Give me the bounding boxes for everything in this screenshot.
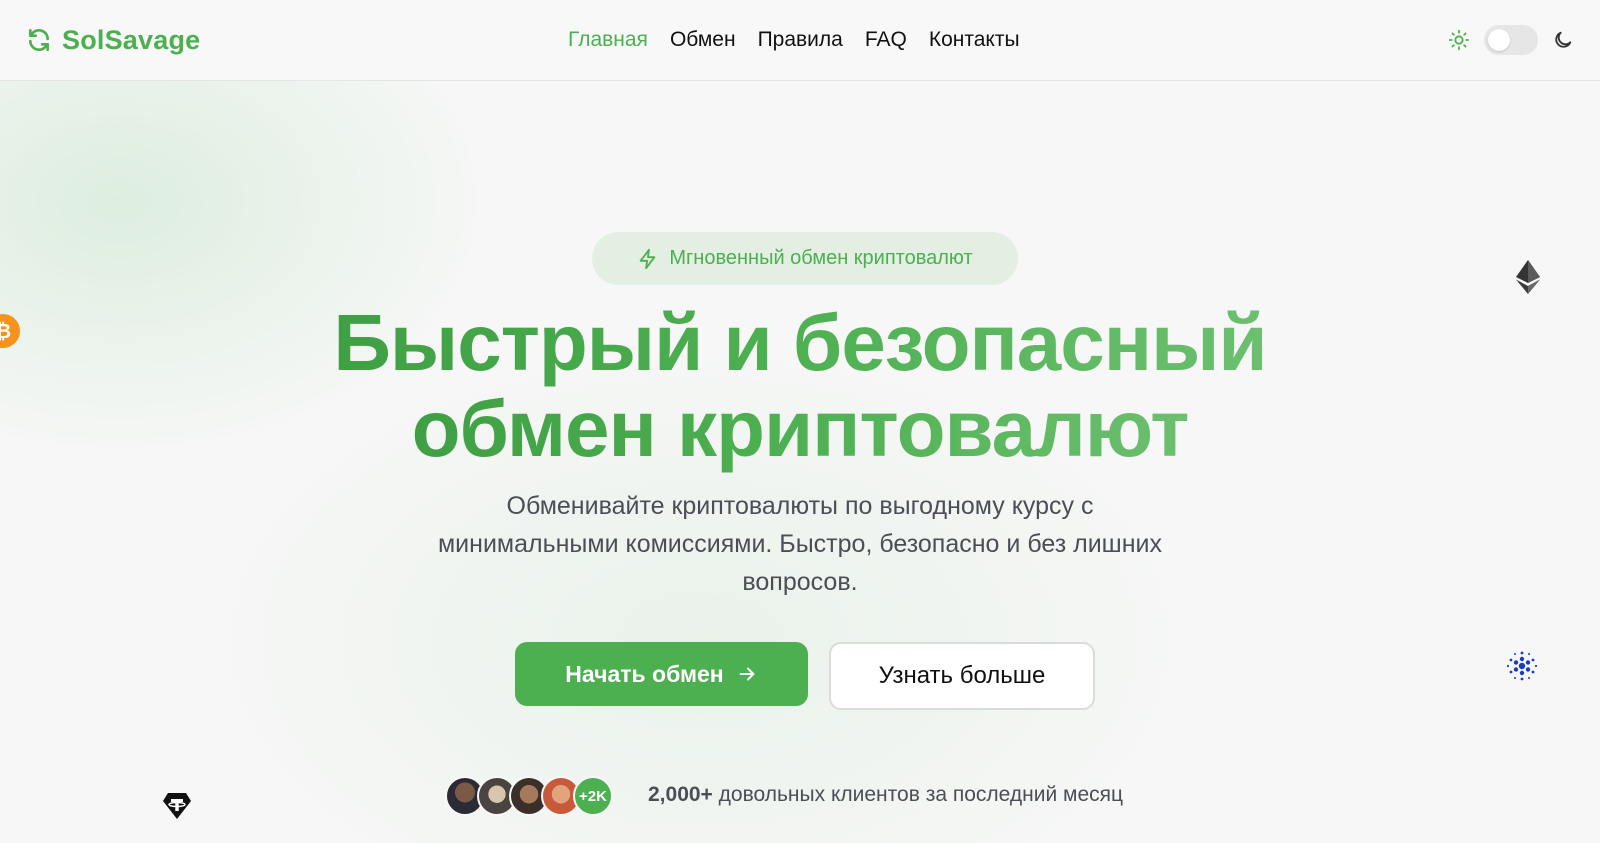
nav-link-contacts[interactable]: Контакты [929,28,1020,52]
brand-name: SolSavage [62,24,201,55]
theme-toggle[interactable] [1484,25,1538,55]
badge-text: Мгновенный обмен криптовалют [669,247,973,269]
refresh-icon [26,27,52,53]
nav-link-home[interactable]: Главная [568,28,648,52]
clients-count: 2,000+ [648,783,713,806]
avatar-more-count: +2K [573,776,613,816]
ethereum-icon [1516,260,1540,294]
main-nav: Главная Обмен Правила FAQ Контакты [568,22,1020,58]
lightning-icon [637,248,659,270]
arrow-right-icon [736,663,758,685]
nav-link-rules[interactable]: Правила [758,28,843,52]
theme-switcher [1448,22,1574,58]
sun-icon [1448,29,1470,51]
moon-icon [1552,29,1574,51]
cardano-icon [1505,649,1539,683]
nav-link-exchange[interactable]: Обмен [670,28,736,52]
client-avatars: +2K [445,776,613,816]
nav-link-faq[interactable]: FAQ [865,28,907,52]
tether-icon [163,793,191,819]
brand-logo[interactable]: SolSavage [26,22,200,58]
headline-line-1: Быстрый и безопасный [333,298,1267,387]
site-header: SolSavage Главная Обмен Правила FAQ Конт… [0,0,1600,81]
learn-more-button[interactable]: Узнать больше [829,642,1095,710]
start-exchange-button[interactable]: Начать обмен [515,642,808,706]
hero-headline: Быстрый и безопасный обмен криптовалют [0,300,1600,472]
hero-subtitle: Обменивайте криптовалюты по выгодному ку… [437,492,1162,596]
clients-stat: 2,000+ довольных клиентов за последний м… [648,783,1123,807]
hero-badge: Мгновенный обмен криптовалют [592,232,1018,285]
headline-line-2: обмен криптовалют [411,384,1190,473]
clients-text: довольных клиентов за последний месяц [718,783,1124,806]
start-exchange-label: Начать обмен [565,660,724,687]
toggle-knob [1488,29,1510,51]
